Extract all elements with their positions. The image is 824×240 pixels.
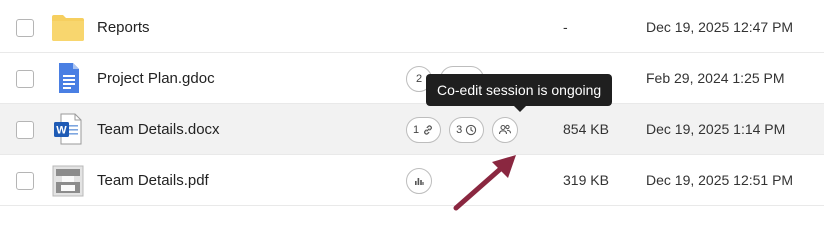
file-modified-date: Dec 19, 2025 12:51 PM — [646, 172, 794, 188]
versions-count: 3 — [456, 124, 463, 136]
co-edit-tooltip: Co-edit session is ongoing — [426, 74, 613, 112]
file-size: 319 KB — [563, 172, 609, 188]
file-size: - — [563, 19, 568, 35]
file-modified-date: Dec 19, 2025 12:47 PM — [646, 19, 794, 35]
file-size: 854 KB — [563, 121, 609, 137]
word-doc-icon: W — [50, 111, 86, 147]
row-checkbox[interactable] — [16, 19, 34, 37]
file-name[interactable]: Project Plan.gdoc — [97, 70, 215, 87]
row-checkbox[interactable] — [16, 172, 34, 190]
links-count: 2 — [415, 73, 423, 85]
row-checkbox[interactable] — [16, 70, 34, 88]
file-modified-date: Feb 29, 2024 1:25 PM — [646, 70, 785, 86]
versions-badge[interactable]: 3 — [449, 117, 485, 143]
svg-text:W: W — [56, 125, 67, 137]
file-name[interactable]: Team Details.pdf — [97, 172, 209, 189]
co-edit-button[interactable] — [492, 117, 519, 143]
file-row-team-details-docx[interactable]: W Team Details.docx 1 3 854 KB Dec 19, 2… — [0, 104, 824, 155]
stats-button[interactable] — [406, 168, 432, 194]
folder-icon — [50, 9, 86, 45]
links-badge[interactable]: 1 — [406, 117, 442, 143]
annotation-arrow — [453, 155, 516, 211]
file-modified-date: Dec 19, 2025 1:14 PM — [646, 121, 786, 137]
file-name[interactable]: Reports — [97, 19, 150, 36]
file-row-reports[interactable]: Reports - Dec 19, 2025 12:47 PM — [0, 2, 824, 53]
row-checkbox[interactable] — [16, 121, 34, 139]
co-edit-users-icon — [499, 124, 512, 135]
file-badges: 1 3 — [406, 117, 519, 143]
pdf-icon — [50, 162, 86, 198]
links-count: 1 — [413, 124, 420, 136]
file-badges — [406, 168, 432, 194]
file-row-project-plan[interactable]: Project Plan.gdoc 2 Feb 29, 2024 1:25 PM — [0, 53, 824, 104]
google-doc-icon — [50, 60, 86, 96]
file-name[interactable]: Team Details.docx — [97, 121, 220, 138]
link-icon — [424, 125, 433, 135]
file-row-team-details-pdf[interactable]: Team Details.pdf 319 KB Dec 19, 2025 12:… — [0, 155, 824, 206]
bar-chart-icon — [415, 178, 424, 185]
clock-icon — [466, 124, 477, 136]
